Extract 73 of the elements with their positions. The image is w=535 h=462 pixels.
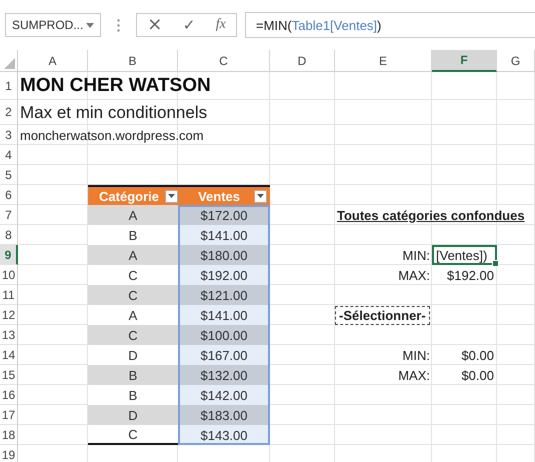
- row-header[interactable]: 6: [0, 185, 18, 205]
- table-cell: $132.00: [178, 365, 270, 385]
- table-cell: B: [88, 365, 178, 385]
- max-value: $192.00: [446, 268, 495, 282]
- table-cell: C: [88, 425, 178, 445]
- table-cell: C: [88, 325, 178, 345]
- table-cell: B: [88, 385, 178, 405]
- table-cell: $192.00: [178, 265, 270, 285]
- row-header[interactable]: 18: [0, 425, 18, 445]
- table-cell: C: [88, 285, 178, 305]
- row-header[interactable]: 13: [0, 325, 18, 345]
- row-header[interactable]: 19: [0, 445, 18, 462]
- drag-handle-icon[interactable]: [117, 18, 120, 32]
- row-header[interactable]: 9: [0, 245, 18, 265]
- column-header[interactable]: A: [18, 50, 88, 72]
- enter-button[interactable]: ✓: [178, 18, 200, 32]
- name-box[interactable]: SUMPROD...: [5, 13, 101, 37]
- formula-field[interactable]: =MIN(Table1[Ventes]): [245, 12, 535, 38]
- row-header[interactable]: 5: [0, 165, 18, 185]
- table-cell: A: [88, 245, 178, 265]
- caret-icon: [168, 194, 175, 198]
- column-header[interactable]: C: [178, 50, 270, 72]
- table-cell: $141.00: [178, 305, 270, 325]
- table-cell: $167.00: [178, 345, 270, 365]
- table-cell: $100.00: [178, 325, 270, 345]
- filter-button[interactable]: [165, 190, 178, 202]
- row-header[interactable]: 12: [0, 305, 18, 325]
- column-header[interactable]: G: [497, 50, 535, 72]
- section-heading: Toutes catégories confondues: [336, 208, 526, 222]
- max-label: MAX:: [397, 368, 431, 382]
- table-cell: $180.00: [178, 245, 270, 265]
- row-header[interactable]: 1: [0, 72, 18, 100]
- row-header[interactable]: 10: [0, 265, 18, 285]
- table-cell: $141.00: [178, 225, 270, 245]
- table-cell: C: [88, 265, 178, 285]
- sheet-subtitle: Max et min conditionnels: [19, 102, 208, 122]
- max-label: MAX:: [397, 268, 431, 282]
- table-cell: D: [88, 405, 178, 425]
- row-header[interactable]: 2: [0, 100, 18, 125]
- category-selector[interactable]: -Sélectionner-: [335, 306, 430, 324]
- caret-icon: [257, 194, 264, 198]
- table-cell: A: [88, 205, 178, 225]
- filter-button[interactable]: [254, 190, 267, 202]
- row-header[interactable]: 17: [0, 405, 18, 425]
- table-cell: $183.00: [178, 405, 270, 425]
- min-label: MIN:: [402, 248, 431, 262]
- row-header[interactable]: 11: [0, 285, 18, 305]
- max-value: $0.00: [460, 368, 495, 382]
- table-cell: A: [88, 305, 178, 325]
- column-header[interactable]: D: [270, 50, 335, 72]
- row-header[interactable]: 14: [0, 345, 18, 365]
- header-text: Ventes: [198, 188, 240, 204]
- header-text: Catégorie: [99, 188, 159, 204]
- cancel-button[interactable]: ×: [143, 16, 166, 34]
- row-header[interactable]: 4: [0, 145, 18, 165]
- table-cell: $121.00: [178, 285, 270, 305]
- insert-function-button[interactable]: fx: [212, 18, 230, 32]
- row-header[interactable]: 7: [0, 205, 18, 225]
- column-header[interactable]: B: [88, 50, 178, 72]
- row-header[interactable]: 15: [0, 365, 18, 385]
- table-cell: $142.00: [178, 385, 270, 405]
- caret-icon: [86, 22, 94, 28]
- min-value-cell[interactable]: [Ventes]): [432, 245, 497, 265]
- column-header[interactable]: F: [432, 50, 497, 72]
- row-header[interactable]: 16: [0, 385, 18, 405]
- website-text: moncherwatson.wordpress.com: [19, 128, 205, 142]
- table-cell: D: [88, 345, 178, 365]
- row-header[interactable]: 3: [0, 125, 18, 145]
- table-cell: B: [88, 225, 178, 245]
- column-header[interactable]: E: [335, 50, 432, 72]
- sheet-title: MON CHER WATSON: [19, 75, 212, 97]
- min-label: MIN:: [402, 348, 431, 362]
- min-value: $0.00: [460, 348, 495, 362]
